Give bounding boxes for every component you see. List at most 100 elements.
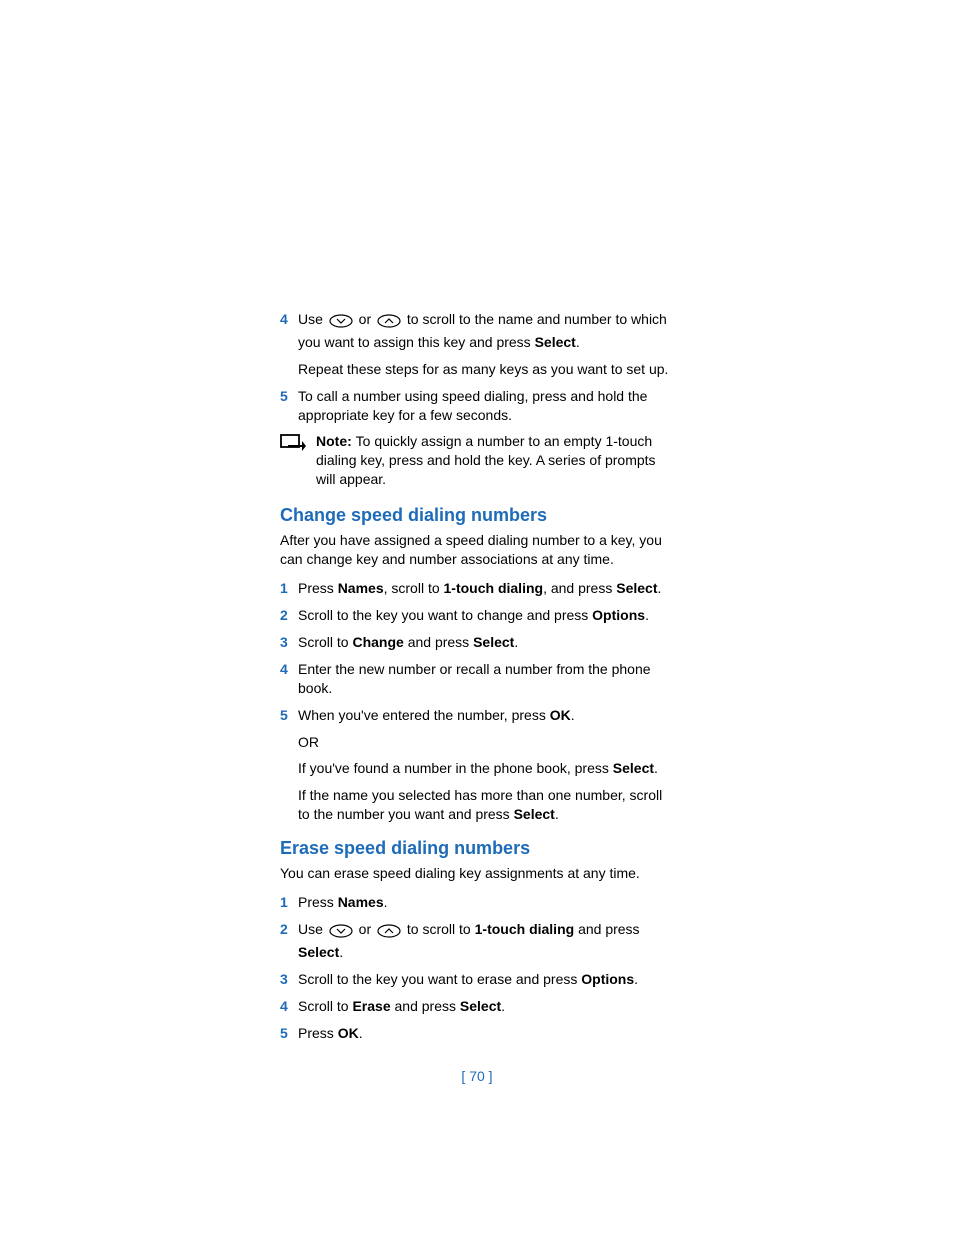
page-number: [ 70 ]	[280, 1067, 674, 1086]
bold-text: Select	[514, 806, 555, 822]
text-fragment: Scroll to	[298, 998, 352, 1014]
step-number: 2	[280, 606, 298, 625]
text-fragment: .	[657, 580, 661, 596]
list-item: 4 Enter the new number or recall a numbe…	[280, 660, 674, 698]
step-number: 3	[280, 633, 298, 652]
step-number: 4	[280, 310, 298, 352]
text-fragment: .	[654, 760, 658, 776]
bold-text: 1-touch dialing	[475, 921, 575, 937]
bold-text: Names	[338, 580, 384, 596]
list-item: 3 Scroll to Change and press Select.	[280, 633, 674, 652]
text-fragment: and press	[404, 634, 473, 650]
text-fragment: .	[501, 998, 505, 1014]
text-fragment: or	[355, 311, 375, 327]
step-text: Enter the new number or recall a number …	[298, 660, 674, 698]
list-item: 5 To call a number using speed dialing, …	[280, 387, 674, 425]
step-number: 5	[280, 387, 298, 425]
bold-text: 1-touch dialing	[444, 580, 544, 596]
step-number: 1	[280, 893, 298, 912]
step-text: Use or to scroll to 1-touch dialing and …	[298, 920, 674, 962]
text-fragment: Scroll to the key you want to erase and …	[298, 971, 581, 987]
bold-text: Select	[473, 634, 514, 650]
step-text: Press OK.	[298, 1024, 674, 1043]
step-text: To call a number using speed dialing, pr…	[298, 387, 674, 425]
list-item: 5 Press OK.	[280, 1024, 674, 1043]
bold-text: Erase	[352, 998, 390, 1014]
text-fragment: Scroll to	[298, 634, 352, 650]
list-item: 2 Use or to scroll to 1-touch dialing an…	[280, 920, 674, 962]
text-fragment: If you've found a number in the phone bo…	[298, 760, 613, 776]
bold-text: OK	[338, 1025, 359, 1041]
section-heading: Change speed dialing numbers	[280, 503, 674, 527]
bold-text: Select	[460, 998, 501, 1014]
step-text: Use or to scroll to the name and number …	[298, 310, 674, 352]
text-fragment: to scroll to the name and number to whic…	[298, 311, 667, 350]
bold-text: Names	[338, 894, 384, 910]
text-fragment: If the name you selected has more than o…	[298, 787, 662, 822]
text-fragment: .	[555, 806, 559, 822]
text-fragment: , scroll to	[384, 580, 444, 596]
text-fragment: When you've entered the number, press	[298, 707, 550, 723]
step-text: Scroll to the key you want to erase and …	[298, 970, 674, 989]
text-fragment: .	[359, 1025, 363, 1041]
text-fragment: .	[645, 607, 649, 623]
note-block: Note: To quickly assign a number to an e…	[280, 432, 674, 489]
bold-text: Options	[581, 971, 634, 987]
step-text: When you've entered the number, press OK…	[298, 706, 674, 725]
bold-text: OK	[550, 707, 571, 723]
text-fragment: .	[576, 334, 580, 350]
list-item: 1 Press Names, scroll to 1-touch dialing…	[280, 579, 674, 598]
down-key-icon	[329, 924, 353, 943]
note-text: Note: To quickly assign a number to an e…	[316, 432, 674, 489]
step-subtext: If you've found a number in the phone bo…	[298, 759, 674, 778]
section-heading: Erase speed dialing numbers	[280, 836, 674, 860]
step-text: Scroll to Erase and press Select.	[298, 997, 674, 1016]
text-fragment: .	[514, 634, 518, 650]
bold-text: Change	[352, 634, 403, 650]
list-item: 1 Press Names.	[280, 893, 674, 912]
text-fragment: Use	[298, 921, 327, 937]
note-label: Note:	[316, 433, 356, 449]
step-number: 1	[280, 579, 298, 598]
step-number: 4	[280, 660, 298, 698]
up-key-icon	[377, 924, 401, 943]
text-fragment: or	[355, 921, 375, 937]
list-item: 5 When you've entered the number, press …	[280, 706, 674, 725]
bold-text: Select	[298, 944, 339, 960]
text-fragment: .	[571, 707, 575, 723]
step-subtext: OR	[298, 733, 674, 752]
note-arrow-icon	[280, 434, 306, 457]
step-text: Press Names.	[298, 893, 674, 912]
bold-text: Select	[616, 580, 657, 596]
step-number: 3	[280, 970, 298, 989]
step-number: 2	[280, 920, 298, 962]
text-fragment: Press	[298, 1025, 338, 1041]
text-fragment: Press	[298, 894, 338, 910]
note-body: To quickly assign a number to an empty 1…	[316, 433, 656, 487]
bold-text: Select	[535, 334, 576, 350]
text-fragment: .	[634, 971, 638, 987]
step-number: 4	[280, 997, 298, 1016]
text-fragment: and press	[574, 921, 639, 937]
list-item: 3 Scroll to the key you want to erase an…	[280, 970, 674, 989]
text-fragment: Use	[298, 311, 327, 327]
section-intro: You can erase speed dialing key assignme…	[280, 864, 674, 883]
manual-page: 4 Use or to scroll to the name and numbe…	[0, 0, 954, 1146]
down-key-icon	[329, 314, 353, 333]
text-fragment: .	[384, 894, 388, 910]
step-number: 5	[280, 1024, 298, 1043]
step-number: 5	[280, 706, 298, 725]
step-subtext: Repeat these steps for as many keys as y…	[298, 360, 674, 379]
section-intro: After you have assigned a speed dialing …	[280, 531, 674, 569]
step-text: Scroll to Change and press Select.	[298, 633, 674, 652]
text-fragment: to scroll to	[403, 921, 475, 937]
text-fragment: Scroll to the key you want to change and…	[298, 607, 592, 623]
step-text: Scroll to the key you want to change and…	[298, 606, 674, 625]
list-item: 4 Use or to scroll to the name and numbe…	[280, 310, 674, 352]
list-item: 2 Scroll to the key you want to change a…	[280, 606, 674, 625]
bold-text: Select	[613, 760, 654, 776]
step-subtext: If the name you selected has more than o…	[298, 786, 674, 824]
text-fragment: Press	[298, 580, 338, 596]
step-text: Press Names, scroll to 1-touch dialing, …	[298, 579, 674, 598]
list-item: 4 Scroll to Erase and press Select.	[280, 997, 674, 1016]
